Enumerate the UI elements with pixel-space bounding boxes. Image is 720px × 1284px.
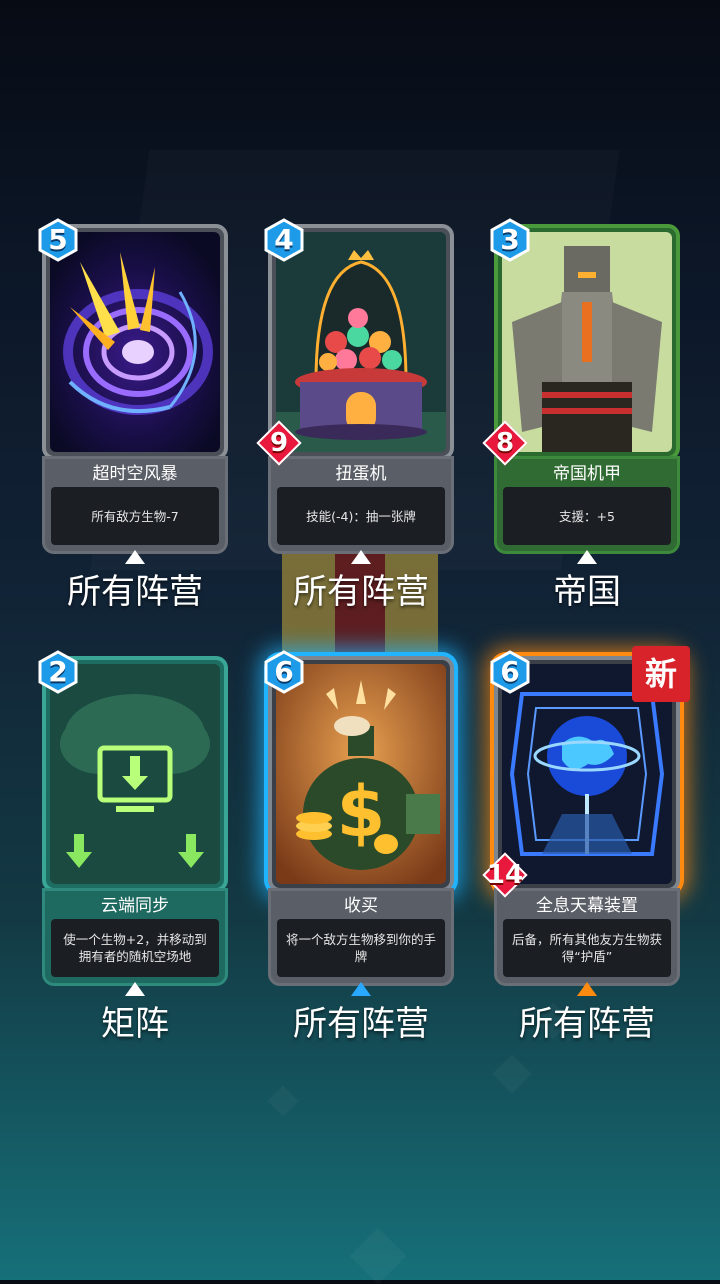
cost-value: 6 xyxy=(274,655,294,688)
faction-label: 帝国 xyxy=(553,572,621,612)
card-name: 收买 xyxy=(344,896,378,916)
card-imperial-mech[interactable]: 3 8 帝国机甲 支援：+5 帝国 xyxy=(482,218,680,664)
card-description: 使一个生物+2，并移动到拥有者的随机空场地 xyxy=(51,919,219,977)
power-gem: 14 xyxy=(482,852,528,898)
cost-value: 2 xyxy=(48,655,68,688)
vortex-art-icon xyxy=(50,232,220,452)
faction-arrow xyxy=(125,550,145,564)
cost-badge: 6 xyxy=(262,650,306,694)
cost-badge: 3 xyxy=(488,218,532,262)
mech-robot-art-icon xyxy=(502,232,672,452)
card-info-panel: 全息天幕装置 后备，所有其他友方生物获得“护盾” xyxy=(494,888,680,986)
card-bribe[interactable]: $ 6 收买 将一个敌方生物移到你的手牌 所有阵营 xyxy=(264,650,454,1096)
power-value: 14 xyxy=(486,860,524,890)
new-badge: 新 xyxy=(632,646,690,702)
card-description: 技能(-4)：抽一张牌 xyxy=(277,487,445,545)
card-description: 所有敌方生物-7 xyxy=(51,487,219,545)
card-description: 后备，所有其他友方生物获得“护盾” xyxy=(503,919,671,977)
faction-label: 所有阵营 xyxy=(293,1004,429,1044)
cost-value: 6 xyxy=(500,655,520,688)
card-info-panel: 超时空风暴 所有敌方生物-7 xyxy=(42,456,228,554)
faction-label: 矩阵 xyxy=(101,1004,169,1044)
cost-value: 4 xyxy=(274,223,294,256)
power-gem: 8 xyxy=(482,420,528,466)
cost-badge: 5 xyxy=(36,218,80,262)
card-superstorm[interactable]: 5 超时空风暴 所有敌方生物-7 所有阵营 xyxy=(38,218,228,664)
card-description: 支援：+5 xyxy=(503,487,671,545)
card-description: 将一个敌方生物移到你的手牌 xyxy=(277,919,445,977)
faction-label: 所有阵营 xyxy=(519,1004,655,1044)
faction-arrow xyxy=(577,982,597,996)
cost-badge: 4 xyxy=(262,218,306,262)
cost-badge: 6 xyxy=(488,650,532,694)
faction-arrow xyxy=(125,982,145,996)
cost-value: 3 xyxy=(500,223,520,256)
power-value: 8 xyxy=(495,428,515,458)
card-gacha-machine[interactable]: 4 9 扭蛋机 技能(-4)：抽一张牌 所有阵营 xyxy=(256,218,454,664)
card-hologram-dome[interactable]: 新 6 14 全息天幕装置 后备，所有其他友方生物获得“护盾” 所有阵营 xyxy=(482,646,690,1096)
power-value: 9 xyxy=(269,428,289,458)
cost-badge: 2 xyxy=(36,650,80,694)
money-bag-art-icon: $ xyxy=(276,664,446,884)
card-name: 超时空风暴 xyxy=(92,464,178,484)
gacha-machine-art-icon xyxy=(276,232,446,452)
card-info-panel: 扭蛋机 技能(-4)：抽一张牌 xyxy=(268,456,454,554)
faction-arrow xyxy=(351,982,371,996)
faction-arrow xyxy=(351,550,371,564)
faction-arrow xyxy=(577,550,597,564)
cost-value: 5 xyxy=(48,223,68,256)
card-info-panel: 收买 将一个敌方生物移到你的手牌 xyxy=(268,888,454,986)
card-name: 云端同步 xyxy=(101,896,169,916)
faction-label: 所有阵营 xyxy=(67,572,203,612)
cloud-download-art-icon xyxy=(50,664,220,884)
power-gem: 9 xyxy=(256,420,302,466)
card-info-panel: 帝国机甲 支援：+5 xyxy=(494,456,680,554)
faction-label: 所有阵营 xyxy=(293,572,429,612)
background-diamond xyxy=(350,1228,407,1284)
card-cloud-sync[interactable]: 2 云端同步 使一个生物+2，并移动到拥有者的随机空场地 矩阵 xyxy=(38,650,228,1096)
card-info-panel: 云端同步 使一个生物+2，并移动到拥有者的随机空场地 xyxy=(42,888,228,986)
